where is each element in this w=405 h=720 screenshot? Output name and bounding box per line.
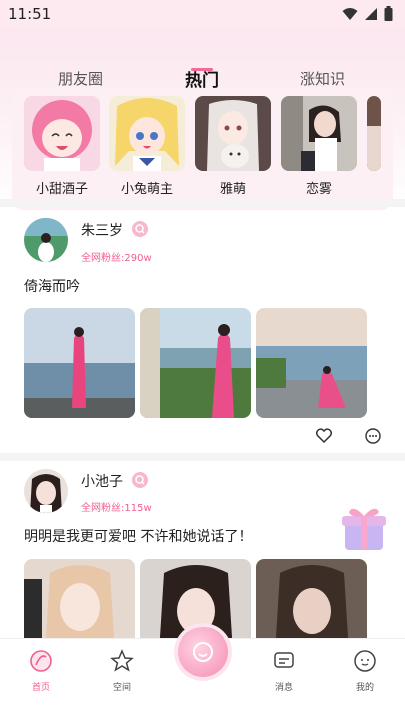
post-card: 朱三岁 全网粉丝:290w 倚海而吟 (0, 207, 405, 454)
avatar-item[interactable]: 小甜酒子 (24, 96, 100, 197)
tab-friends[interactable]: 朋友圈 (58, 68, 103, 89)
nav-space[interactable]: 空间 (97, 649, 147, 693)
avatar (24, 96, 100, 171)
fans-count: 全网粉丝:115w (81, 503, 152, 514)
avatar (367, 96, 381, 171)
home-icon (30, 650, 52, 672)
search-icon (132, 221, 148, 237)
avatar (281, 96, 357, 171)
fans-count: 全网粉丝:290w (81, 253, 152, 264)
profile-face-icon (354, 650, 376, 672)
header-area: 朋友圈 热门 涨知识 小甜酒子 小兔萌主 雅萌 恋雾 (0, 28, 405, 210)
post-photo[interactable] (256, 308, 367, 418)
avatar-carousel[interactable]: 小甜酒子 小兔萌主 雅萌 恋雾 (12, 88, 393, 210)
wifi-icon (342, 7, 358, 20)
avatar-item[interactable] (367, 96, 381, 171)
post-photo[interactable] (140, 308, 251, 418)
nav-center-button[interactable] (178, 627, 228, 677)
post-text: 倚海而吟 (24, 279, 80, 295)
tab-indicator (191, 68, 213, 71)
nav-label: 首页 (31, 683, 50, 693)
post-author-name[interactable]: 朱三岁 (81, 220, 123, 240)
avatar-label: 恋雾 (305, 182, 332, 197)
post-author-name[interactable]: 小池子 (81, 471, 123, 491)
status-time: 11:51 (8, 5, 52, 23)
avatar-label: 雅萌 (219, 182, 246, 197)
nav-label: 空间 (112, 683, 131, 693)
heart-icon[interactable] (316, 428, 332, 443)
message-icon (274, 652, 294, 668)
nav-home[interactable]: 首页 (16, 649, 66, 693)
avatar (195, 96, 271, 171)
search-icon (132, 472, 148, 488)
status-bar: 11:51 (0, 0, 405, 28)
avatar-item[interactable]: 雅萌 (195, 96, 271, 197)
nav-label: 我的 (355, 683, 374, 693)
avatar[interactable] (24, 218, 68, 262)
star-icon (110, 649, 134, 672)
avatar-label: 小甜酒子 (35, 182, 88, 197)
avatar (109, 96, 185, 171)
section-divider (0, 453, 405, 461)
comment-icon[interactable] (365, 428, 381, 444)
status-icons (342, 6, 393, 21)
nav-profile[interactable]: 我的 (340, 649, 390, 693)
section-divider (0, 199, 405, 207)
avatar-item[interactable]: 恋雾 (281, 96, 357, 197)
post-text: 明明是我更可爱吧 不许和她说话了！ (24, 529, 253, 545)
avatar-item[interactable]: 小兔萌主 (109, 96, 185, 197)
center-face-icon (193, 642, 213, 662)
post-photo[interactable] (24, 308, 135, 418)
gift-icon[interactable] (337, 502, 391, 554)
avatar[interactable] (24, 469, 68, 513)
signal-icon (365, 7, 377, 20)
nav-messages[interactable]: 消息 (259, 649, 309, 693)
avatar-label: 小兔萌主 (120, 182, 173, 197)
battery-icon (384, 6, 393, 21)
bottom-nav: 首页 空间 消息 我的 (0, 627, 405, 720)
tab-knowledge[interactable]: 涨知识 (300, 68, 345, 89)
nav-label: 消息 (274, 683, 293, 693)
